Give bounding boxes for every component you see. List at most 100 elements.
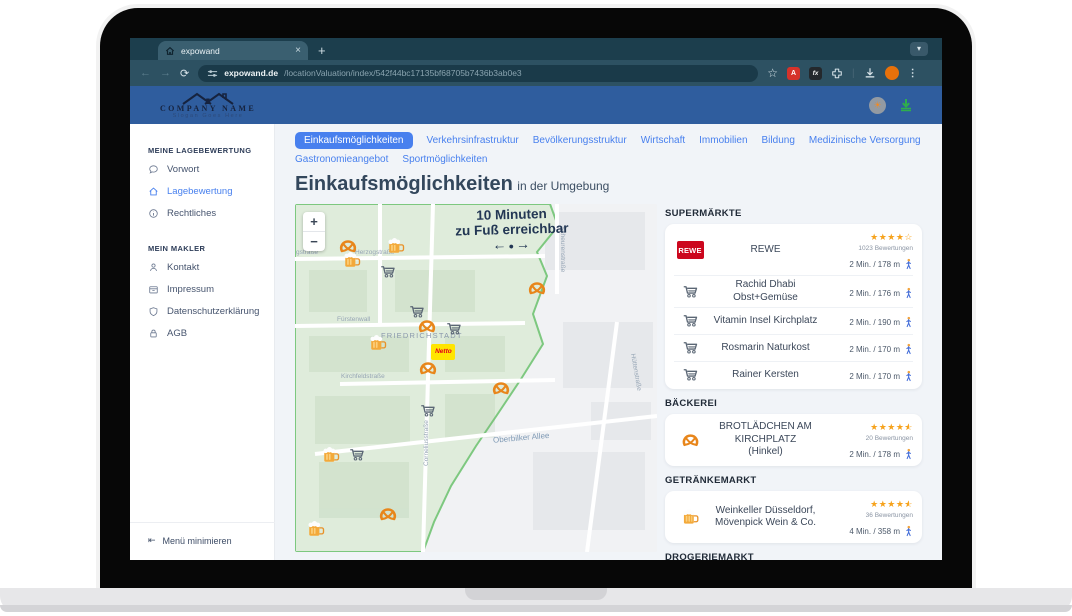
pretzel-icon [674,431,706,449]
tab-immobilien[interactable]: Immobilien [699,135,747,146]
menu-collapse-button[interactable]: ⇤ Menü minimieren [130,522,275,560]
place-row[interactable]: Vitamin Insel Kirchplatz 2 Min. / 190 m [674,307,913,334]
sidebar-item-vorwort[interactable]: Vorwort [148,164,274,175]
tab-search-button[interactable]: ▾ [910,42,928,56]
walking-person-icon [904,370,913,383]
review-count: 1023 Bewertungen [825,245,913,252]
company-logo[interactable]: COMPANY NAME Slogan Goes Here [148,91,268,119]
page-title-main: Einkaufsmöglichkeiten [295,173,513,195]
tab-sportmoeglichkeiten[interactable]: Sportmöglichkeiten [402,154,487,165]
sidebar-item-agb[interactable]: AGB [148,328,274,339]
chat-bubble-icon [148,164,159,175]
walk-distance: 2 Min. / 170 m [849,370,913,383]
tab-medizinische-versorgung[interactable]: Medizinische Versorgung [809,135,921,146]
walking-person-icon [904,448,913,461]
rewe-logo: REWE [674,241,706,259]
rating-stars: ★★★★☆★ [825,418,913,434]
toolbar-separator: | [852,68,855,79]
bookmark-star-icon[interactable]: ☆ [767,66,778,80]
browser-menu-icon[interactable]: ⋮ [908,68,918,79]
map-marker-cart[interactable] [347,446,367,464]
collapse-label: Menü minimieren [163,536,232,546]
sidebar-item-label: AGB [167,328,187,339]
zoom-out-button[interactable]: − [303,232,325,251]
map-marker-beer[interactable] [321,446,341,464]
beer-mug-icon [674,508,706,526]
site-header: COMPANY NAME Slogan Goes Here ☀ [130,86,942,124]
forward-icon[interactable]: → [160,67,171,79]
address-bar[interactable]: expowand.de/locationValuation/index/542f… [198,65,758,82]
sidebar-item-label: Impressum [167,284,214,295]
map-marker-beer[interactable] [368,334,388,352]
sidebar-item-kontakt[interactable]: Kontakt [148,262,274,273]
browser-tab-strip: expowand × + ▾ [130,38,942,60]
place-name: Rosmarin Naturkost [706,342,825,355]
tab-einkaufsmoeglichkeiten[interactable]: Einkaufsmöglichkeiten [295,132,413,149]
walk-time-annotation: 10 Minuten zu Fuß erreichbar ←●→ [425,205,600,255]
sidebar-item-rechtliches[interactable]: Rechtliches [148,208,274,219]
back-icon[interactable]: ← [140,67,151,79]
map-marker-pretzel[interactable] [418,359,438,377]
roofline-logo-icon [177,91,239,105]
map-marker-beer[interactable] [386,237,406,255]
place-row-rewe[interactable]: REWE REWE ★★★★☆ 1023 Bewertungen 2 Min. … [674,225,913,275]
download-report-icon[interactable] [898,97,914,113]
sidebar-item-label: Lagebewertung [167,186,233,197]
tab-gastronomieangebot[interactable]: Gastronomieangebot [295,154,388,165]
place-name: Vitamin Insel Kirchplatz [706,315,825,328]
tab-verkehrsinfrastruktur[interactable]: Verkehrsinfrastruktur [427,135,519,146]
place-name: Rainer Kersten [706,369,825,382]
map-marker-pretzel[interactable] [378,505,398,523]
place-row[interactable]: Rosmarin Naturkost 2 Min. / 170 m [674,334,913,361]
company-slogan: Slogan Goes Here [173,113,244,119]
tab-favicon-home-icon [165,46,175,56]
new-tab-button[interactable]: + [318,43,326,58]
places-panel: SUPERMÄRKTE REWE REWE ★★★★☆ 1023 Bewertu… [665,204,922,560]
map-marker-cart[interactable] [418,402,438,420]
tab-wirtschaft[interactable]: Wirtschaft [641,135,685,146]
place-name: Rachid Dhabi Obst+Gemüse [706,279,825,304]
reload-icon[interactable]: ⟳ [180,67,189,80]
place-row-weinkeller[interactable]: Weinkeller Düsseldorf,Mövenpick Wein & C… [674,492,913,542]
site-body: MEINE LAGEBEWERTUNG Vorwort Lagebewertun… [130,124,942,560]
shopping-cart-icon [674,339,706,357]
map-marker-pretzel[interactable] [491,379,511,397]
map[interactable]: Herzogstraße gstraße Fürstenwall FRIEDRI… [295,204,657,552]
place-name: Weinkeller Düsseldorf,Mövenpick Wein & C… [706,505,825,530]
pdf-extension-icon[interactable]: A [787,67,800,80]
shopping-cart-icon [674,312,706,330]
fx-extension-icon[interactable]: fx [809,67,822,80]
site-settings-icon[interactable] [207,68,218,79]
browser-tab[interactable]: expowand × [158,41,308,60]
supermarkets-card: REWE REWE ★★★★☆ 1023 Bewertungen 2 Min. … [665,224,922,389]
sidebar-item-impressum[interactable]: Impressum [148,284,274,295]
tab-bevoelkerungsstruktur[interactable]: Bevölkerungsstruktur [533,135,627,146]
map-marker-beer[interactable] [306,520,326,538]
section-title-baeckerei: BÄCKEREI [665,398,922,409]
tab-bildung[interactable]: Bildung [762,135,795,146]
map-marker-beer[interactable] [342,251,362,269]
zoom-in-button[interactable]: + [303,212,325,232]
map-marker-cart[interactable] [444,320,464,338]
downloads-icon[interactable] [864,67,876,79]
map-marker-netto-logo[interactable]: Netto [431,344,455,360]
map-marker-cart[interactable] [378,263,398,281]
map-marker-pretzel[interactable] [527,279,547,297]
walk-distance: 2 Min. / 178 m [849,258,913,271]
lock-icon [148,328,159,339]
walking-person-icon [904,343,913,356]
place-row[interactable]: Rachid Dhabi Obst+Gemüse 2 Min. / 176 m [674,275,913,307]
browser-window: expowand × + ▾ ← → ⟳ expowand.de/locatio… [130,38,942,560]
walking-person-icon [904,525,913,538]
place-row[interactable]: Rainer Kersten 2 Min. / 170 m [674,361,913,388]
theme-sun-icon[interactable]: ☀ [869,97,886,114]
sidebar-item-datenschutz[interactable]: Datenschutzerklärung [148,306,274,317]
sidebar-item-lagebewertung[interactable]: Lagebewertung [148,186,274,197]
walking-person-icon [904,316,913,329]
map-marker-cart[interactable] [407,303,427,321]
extensions-puzzle-icon[interactable] [831,67,843,79]
profile-avatar[interactable] [885,66,899,80]
sidebar: MEINE LAGEBEWERTUNG Vorwort Lagebewertun… [130,124,275,560]
place-row-brotlaedchen[interactable]: BROTLÄDCHEN AM KIRCHPLATZ(Hinkel) ★★★★☆★… [674,415,913,465]
tab-close-icon[interactable]: × [295,46,301,56]
